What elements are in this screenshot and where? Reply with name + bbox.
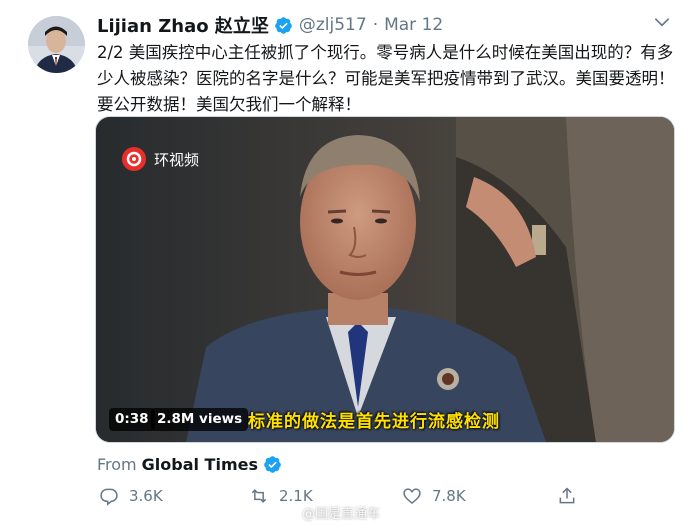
logo-text: 环视频 xyxy=(154,150,200,169)
tweet-date[interactable]: Mar 12 xyxy=(384,15,443,35)
heart-icon xyxy=(403,488,421,505)
watermark: @国是直通车 xyxy=(302,507,381,522)
retweet-icon xyxy=(251,489,267,503)
tweet[interactable]: Lijian Zhao 赵立坚 @zlj517 · Mar 12 2/2 美国疾… xyxy=(0,0,690,528)
tweet-text: 2/2 美国疾控中心主任被抓了个现行。零号病人是什么时候在美国出现的？有多少人被… xyxy=(97,43,675,114)
logo-icon xyxy=(122,147,146,171)
reply-count: 3.6K xyxy=(129,487,163,505)
verified-badge-icon xyxy=(275,16,292,34)
verified-badge-icon xyxy=(264,456,281,473)
meta-separator: · xyxy=(372,15,379,35)
reply-icon xyxy=(100,488,118,506)
source-prefix: From xyxy=(97,455,137,474)
share-icon xyxy=(559,487,575,504)
author-name[interactable]: Lijian Zhao 赵立坚 xyxy=(97,12,269,38)
tweet-header: Lijian Zhao 赵立坚 @zlj517 · Mar 12 xyxy=(97,13,443,37)
like-button[interactable]: 7.8K xyxy=(402,486,466,506)
source-link[interactable]: Global Times xyxy=(142,455,258,474)
duration-badge: 0:38 xyxy=(109,408,155,431)
source-attribution: From Global Times xyxy=(97,455,282,474)
like-count: 7.8K xyxy=(432,487,466,505)
share-button[interactable] xyxy=(557,486,577,506)
reply-button[interactable]: 3.6K xyxy=(99,486,163,506)
chevron-down-icon[interactable] xyxy=(652,12,672,32)
author-handle[interactable]: @zlj517 xyxy=(299,15,367,35)
video-player[interactable]: 环视频 0:38 2.8M views 标准的做法是首先进行流感检测 xyxy=(96,117,674,442)
views-badge: 2.8M views xyxy=(151,408,249,431)
video-logo: 环视频 xyxy=(122,147,199,171)
video-subtitle: 标准的做法是首先进行流感检测 xyxy=(248,412,500,432)
avatar[interactable] xyxy=(28,16,85,73)
